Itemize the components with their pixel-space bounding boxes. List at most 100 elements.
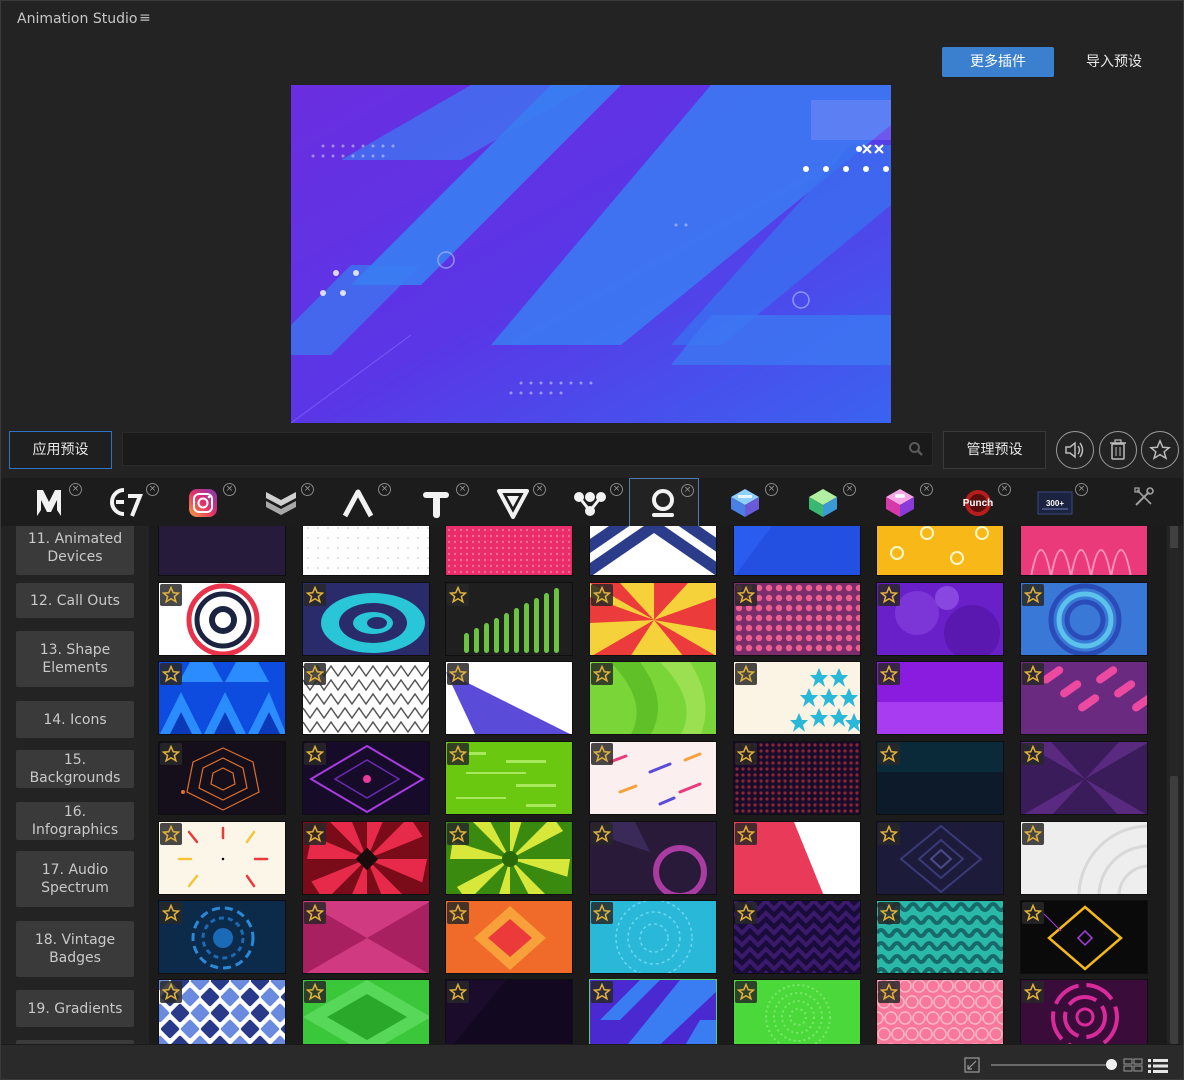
preset-thumbnail[interactable] [158,900,286,974]
category-item[interactable]: 18. Vintage Badges [16,921,134,977]
preset-thumbnail[interactable] [158,741,286,815]
plugin-tab-e7-logo[interactable]: × [93,478,163,526]
favorite-star-icon[interactable] [304,823,326,845]
favorite-star-icon[interactable] [304,584,326,606]
category-item[interactable]: 16. Infographics [16,802,134,840]
favorite-star-icon[interactable] [735,981,757,1003]
close-icon[interactable]: × [1075,483,1088,496]
manage-preset-button[interactable]: 管理预设 [943,431,1046,469]
favorite-star-icon[interactable] [735,743,757,765]
list-view-icon[interactable] [1147,1057,1169,1079]
category-item[interactable]: 14. Icons [16,701,134,738]
close-icon[interactable]: × [146,483,159,496]
plugin-tab-a-logo[interactable]: × [325,478,395,526]
favorite-star-icon[interactable] [304,902,326,924]
preset-thumbnail[interactable] [589,661,717,735]
favorite-star-icon[interactable] [735,902,757,924]
preset-thumbnail[interactable] [1020,661,1148,735]
favorite-star-icon[interactable] [591,823,613,845]
close-icon[interactable]: × [765,483,778,496]
preset-thumbnail[interactable] [733,821,861,895]
category-item[interactable]: 19. Gradients [16,990,134,1027]
preset-thumbnail[interactable] [733,741,861,815]
favorite-star-icon[interactable] [447,663,469,685]
category-item[interactable]: 15. Backgrounds [16,750,134,788]
favorite-star-icon[interactable] [878,584,900,606]
close-icon[interactable]: × [843,483,856,496]
preset-thumbnail[interactable] [302,741,430,815]
favorite-star-icon[interactable] [304,663,326,685]
favorite-star-icon[interactable] [447,743,469,765]
favorite-star-icon[interactable] [735,663,757,685]
favorite-star-icon[interactable] [591,743,613,765]
preset-thumbnail[interactable] [589,900,717,974]
favorite-star-icon[interactable] [1022,584,1044,606]
preset-thumbnail[interactable] [1020,979,1148,1044]
favorite-star-icon[interactable] [878,823,900,845]
category-item[interactable]: 17. Audio Spectrum [16,851,134,907]
preset-thumbnail[interactable] [445,661,573,735]
close-icon[interactable]: × [681,484,694,497]
search-icon[interactable] [908,441,924,457]
favorite-star-icon[interactable] [447,584,469,606]
preset-thumbnail[interactable] [302,821,430,895]
close-icon[interactable]: × [69,483,82,496]
preset-thumbnail[interactable] [445,979,573,1044]
favorite-star-icon[interactable] [1022,981,1044,1003]
preset-thumbnail[interactable] [876,526,1004,576]
favorite-star-icon[interactable] [447,902,469,924]
preset-thumbnail[interactable] [876,979,1004,1044]
preset-thumbnail[interactable] [445,526,573,576]
zoom-slider-knob[interactable] [1106,1059,1117,1070]
close-icon[interactable]: × [378,483,391,496]
favorite-star-icon[interactable] [447,981,469,1003]
preset-thumbnail[interactable] [589,582,717,656]
favorite-star-icon[interactable] [878,902,900,924]
favorite-star-icon[interactable] [304,743,326,765]
favorite-star-icon[interactable] [1022,663,1044,685]
preset-thumbnail[interactable] [158,582,286,656]
favorite-star-icon[interactable] [160,663,182,685]
preset-thumbnail[interactable] [876,582,1004,656]
favorite-star-icon[interactable] [591,584,613,606]
preset-thumbnail[interactable] [1020,526,1148,576]
preset-thumbnail[interactable] [589,526,717,576]
plugin-tab-cube-blue-logo[interactable]: × [712,478,782,526]
preset-thumbnail[interactable] [1020,741,1148,815]
scrollbar-thumb[interactable] [1170,776,1178,1044]
close-icon[interactable]: × [223,483,236,496]
preset-thumbnail[interactable] [733,979,861,1044]
grid-view-icon[interactable] [1123,1057,1143,1077]
favorite-star-icon[interactable] [447,823,469,845]
category-item[interactable]: 13. Shape Elements [16,631,134,687]
zoom-slider-track[interactable] [991,1064,1111,1066]
import-preset-button[interactable]: 导入预设 [1067,47,1161,77]
plugin-tab-t-logo[interactable]: × [403,478,473,526]
preset-thumbnail[interactable] [158,526,286,576]
preset-thumbnail[interactable] [158,661,286,735]
favorite-star-icon[interactable] [160,981,182,1003]
plugin-tab-instagram-logo[interactable]: × [170,478,240,526]
preset-thumbnail[interactable] [733,661,861,735]
plugin-tab-v-logo[interactable]: × [480,478,550,526]
favorite-star-icon[interactable] [160,743,182,765]
favorite-star-icon[interactable] [304,981,326,1003]
preset-thumbnail[interactable] [876,821,1004,895]
scrollbar-top-thumb[interactable] [1170,526,1178,548]
favorite-star-icon[interactable] [1022,823,1044,845]
preset-thumbnail[interactable] [158,979,286,1044]
more-plugins-button[interactable]: 更多插件 [942,47,1054,77]
preset-thumbnail[interactable] [876,661,1004,735]
tools-icon[interactable] [1133,486,1155,512]
grid-scrollbar[interactable] [1169,526,1179,1044]
preset-thumbnail[interactable] [876,741,1004,815]
favorite-star-icon[interactable] [1022,902,1044,924]
preset-thumbnail[interactable] [589,979,717,1044]
preset-thumbnail[interactable] [733,582,861,656]
preset-thumbnail[interactable] [302,900,430,974]
close-icon[interactable]: × [998,483,1011,496]
menu-icon[interactable]: ≡ [139,10,151,26]
preset-thumbnail[interactable] [302,661,430,735]
close-icon[interactable]: × [920,483,933,496]
preset-thumbnail[interactable] [589,741,717,815]
